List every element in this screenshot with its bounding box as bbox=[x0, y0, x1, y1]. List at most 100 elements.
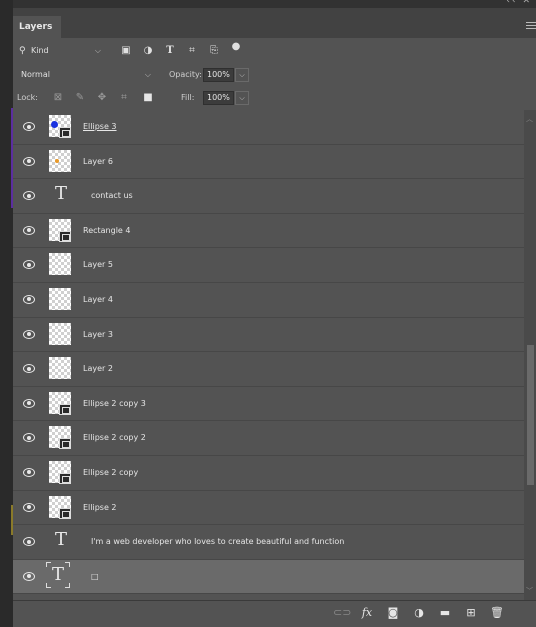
layer-name[interactable]: Layer 3 bbox=[83, 318, 113, 351]
visibility-eye-icon[interactable] bbox=[23, 294, 35, 304]
opacity-label: Opacity: bbox=[169, 70, 202, 79]
layer-row[interactable]: Ellipse 2 copy bbox=[13, 455, 524, 491]
visibility-eye-icon[interactable] bbox=[23, 364, 35, 374]
fill-dropdown-icon[interactable]: ⌵ bbox=[235, 91, 249, 105]
layer-name[interactable]: Ellipse 2 bbox=[83, 491, 117, 524]
layer-row[interactable]: Ellipse 3 bbox=[13, 110, 524, 145]
filter-toggle-icon[interactable]: ● bbox=[229, 40, 243, 54]
layer-name[interactable]: Ellipse 2 copy 2 bbox=[83, 421, 146, 454]
panel-tabbar: Layers bbox=[13, 8, 536, 38]
filter-row: ⚲ Kind ⌵ ▣ ◑ T ⌗ ⎘ ● bbox=[13, 38, 536, 64]
layer-row[interactable]: Layer 3 bbox=[13, 317, 524, 353]
scroll-down-icon[interactable]: ﹀ bbox=[526, 586, 533, 596]
trash-icon[interactable]: 🗑 bbox=[489, 605, 505, 621]
smart-object-badge-icon bbox=[59, 127, 71, 138]
link-layers-icon[interactable]: ⊂⊃ bbox=[333, 605, 351, 621]
mask-icon[interactable]: ◙ bbox=[385, 605, 401, 621]
layer-name[interactable]: Layer 6 bbox=[83, 145, 113, 178]
new-layer-icon[interactable]: ⊞ bbox=[463, 605, 479, 621]
layer-name[interactable]: contact us bbox=[91, 179, 133, 212]
filter-kind-dropdown[interactable]: ⚲ Kind ⌵ bbox=[17, 44, 105, 58]
visibility-eye-icon[interactable] bbox=[23, 191, 35, 201]
visibility-eye-icon[interactable] bbox=[23, 433, 35, 443]
blend-mode-value: Normal bbox=[21, 70, 50, 79]
shape-filter-icon[interactable]: ⌗ bbox=[185, 44, 199, 58]
visibility-eye-icon[interactable] bbox=[23, 502, 35, 512]
visibility-eye-icon[interactable] bbox=[23, 398, 35, 408]
collapse-panel-icon[interactable]: ‹‹ ✕ bbox=[506, 0, 532, 6]
layer-name[interactable]: Ellipse 3 bbox=[83, 110, 117, 143]
layer-row[interactable]: T I'm a web developer who loves to create… bbox=[13, 525, 524, 560]
layer-name[interactable]: Layer 2 bbox=[83, 352, 113, 385]
layer-name[interactable]: Ellipse 2 copy bbox=[83, 456, 138, 489]
layer-row[interactable]: Layer 2 bbox=[13, 352, 524, 387]
visibility-eye-icon[interactable] bbox=[23, 260, 35, 270]
smart-object-badge-icon bbox=[59, 472, 71, 484]
lock-transparent-icon[interactable]: ⊠ bbox=[51, 91, 65, 105]
panel-menu-icon[interactable] bbox=[526, 22, 536, 30]
visibility-eye-icon[interactable] bbox=[23, 537, 35, 547]
adjustment-icon[interactable]: ◑ bbox=[411, 605, 427, 621]
smart-object-badge-icon bbox=[59, 507, 71, 519]
pixel-filter-icon[interactable]: ▣ bbox=[119, 44, 133, 58]
type-layer-icon: T bbox=[55, 529, 68, 551]
visibility-eye-icon[interactable] bbox=[23, 467, 35, 477]
search-icon: ⚲ bbox=[19, 46, 26, 56]
opacity-input[interactable]: 100% bbox=[203, 68, 234, 82]
layer-thumbnail bbox=[49, 322, 71, 345]
lock-row: Lock: ⊠ ✎ ✥ ⌗ ■ Fill: 100% ⌵ bbox=[13, 86, 536, 111]
visibility-eye-icon[interactable] bbox=[23, 571, 35, 581]
layer-row[interactable]: Ellipse 2 copy 3 bbox=[13, 386, 524, 422]
layer-thumbnail bbox=[49, 115, 71, 138]
layer-row[interactable]: Layer 5 bbox=[13, 248, 524, 283]
lock-position-icon[interactable]: ✥ bbox=[95, 91, 109, 105]
layer-thumbnail bbox=[49, 149, 71, 172]
layer-thumbnail bbox=[49, 495, 71, 519]
tab-layers[interactable]: Layers bbox=[13, 16, 61, 38]
thumbnail-orange-dot bbox=[55, 158, 59, 163]
blend-row: Normal ⌵ Opacity: 100% ⌵ bbox=[13, 64, 536, 86]
opacity-dropdown-icon[interactable]: ⌵ bbox=[235, 68, 249, 82]
chevron-down-icon: ⌵ bbox=[94, 46, 101, 55]
visibility-eye-icon[interactable] bbox=[23, 122, 35, 131]
layer-thumbnail bbox=[49, 287, 71, 310]
visibility-eye-icon[interactable] bbox=[23, 329, 35, 339]
lock-all-icon[interactable]: ■ bbox=[141, 91, 155, 105]
layer-row[interactable]: Ellipse 2 bbox=[13, 490, 524, 526]
layer-thumbnail bbox=[49, 253, 71, 276]
chevron-down-icon: ⌵ bbox=[144, 70, 151, 79]
layer-name[interactable]: Ellipse 2 copy 3 bbox=[83, 387, 146, 420]
layer-row[interactable]: Rectangle 4 bbox=[13, 213, 524, 249]
smart-object-filter-icon[interactable]: ⎘ bbox=[207, 44, 221, 58]
layer-name[interactable]: Layer 5 bbox=[83, 248, 113, 281]
layer-thumbnail bbox=[49, 357, 71, 380]
layer-row[interactable]: Tcontact us bbox=[13, 179, 524, 214]
layer-row[interactable]: T □ bbox=[13, 559, 524, 595]
type-layer-icon: T bbox=[55, 183, 68, 205]
layer-row[interactable]: Layer 4 bbox=[13, 282, 524, 318]
visibility-eye-icon[interactable] bbox=[23, 156, 35, 166]
layer-thumbnail bbox=[49, 391, 71, 415]
blend-mode-dropdown[interactable]: Normal ⌵ bbox=[17, 68, 155, 82]
visibility-eye-icon[interactable] bbox=[23, 225, 35, 235]
layer-name[interactable]: I'm a web developer who loves to create … bbox=[91, 525, 344, 558]
layer-list-scrollbar[interactable]: ︿ ﹀ bbox=[524, 110, 536, 600]
scrollbar-thumb[interactable] bbox=[527, 345, 534, 485]
scroll-up-icon[interactable]: ︿ bbox=[526, 114, 533, 124]
fx-icon[interactable]: fx bbox=[359, 605, 375, 621]
type-layer-icon: T bbox=[46, 561, 70, 588]
panel-titlebar: ‹‹ ✕ bbox=[13, 0, 536, 8]
layer-name[interactable]: □ bbox=[91, 560, 99, 593]
fill-input[interactable]: 100% bbox=[203, 91, 234, 105]
layer-name[interactable]: Rectangle 4 bbox=[83, 214, 130, 247]
layer-name[interactable]: Layer 4 bbox=[83, 283, 113, 316]
layer-row[interactable]: Ellipse 2 copy 2 bbox=[13, 421, 524, 456]
type-filter-icon[interactable]: T bbox=[163, 44, 177, 58]
layer-row[interactable]: Layer 6 bbox=[13, 144, 524, 180]
group-folder-icon[interactable]: ▬ bbox=[437, 605, 453, 621]
panel-footer: ⊂⊃ fx ◙ ◑ ▬ ⊞ 🗑 bbox=[13, 600, 536, 627]
filter-kind-label: Kind bbox=[31, 46, 49, 55]
lock-image-icon[interactable]: ✎ bbox=[73, 91, 87, 105]
adjustment-filter-icon[interactable]: ◑ bbox=[141, 44, 155, 58]
lock-artboard-icon[interactable]: ⌗ bbox=[117, 91, 131, 105]
